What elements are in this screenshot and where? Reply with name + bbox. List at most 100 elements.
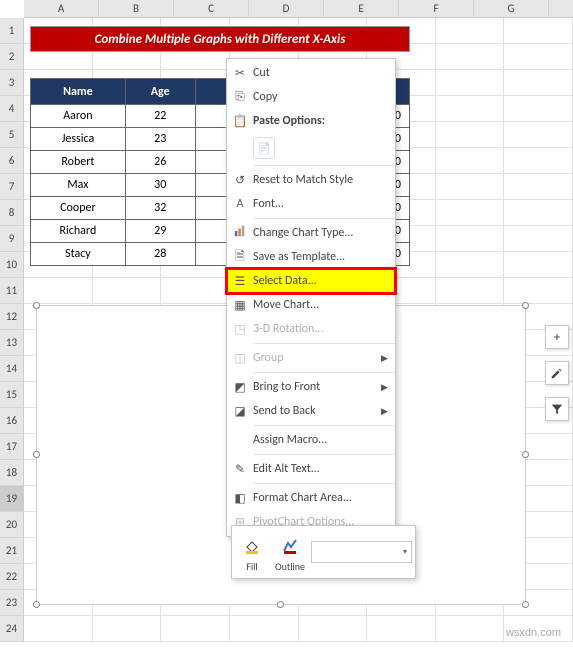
menu-select-data[interactable]: ☰Select Data... <box>227 269 395 293</box>
fill-icon <box>243 532 261 560</box>
row-header[interactable]: 12 <box>0 304 24 330</box>
resize-handle[interactable] <box>522 302 529 309</box>
menu-assign-macro[interactable]: Assign Macro... <box>227 428 395 452</box>
row-header[interactable]: 19 <box>0 486 24 512</box>
row-header[interactable]: 20 <box>0 512 24 538</box>
menu-separator <box>253 218 395 219</box>
format-icon: ◧ <box>227 491 253 506</box>
menu-change-chart-type[interactable]: Change Chart Type... <box>227 221 395 245</box>
resize-handle[interactable] <box>522 451 529 458</box>
col-header[interactable]: A <box>24 0 99 17</box>
cell-name[interactable]: Max <box>31 174 126 197</box>
cell-name[interactable]: Cooper <box>31 197 126 220</box>
select-data-icon: ☰ <box>227 274 253 289</box>
menu-move-chart[interactable]: ▦Move Chart... <box>227 293 395 317</box>
chart-filter-button[interactable] <box>545 397 569 421</box>
column-headers[interactable]: A B C D E F G <box>24 0 573 18</box>
template-icon: 🗎 <box>227 247 253 268</box>
paste-options-row: 📄 <box>227 133 395 163</box>
menu-format-chart-area[interactable]: ◧Format Chart Area... <box>227 486 395 510</box>
row-header[interactable]: 23 <box>0 590 24 616</box>
resize-handle[interactable] <box>277 601 284 608</box>
row-header[interactable]: 8 <box>0 200 24 226</box>
mini-toolbar: Fill Outline ▾ <box>231 525 416 579</box>
row-header[interactable]: 22 <box>0 564 24 590</box>
row-header[interactable]: 5 <box>0 122 24 148</box>
brush-icon <box>550 366 564 380</box>
cell-age[interactable]: 22 <box>125 105 195 128</box>
outline-label: Outline <box>275 560 305 573</box>
cell-name[interactable]: Robert <box>31 151 126 174</box>
resize-handle[interactable] <box>522 601 529 608</box>
paste-option-button[interactable]: 📄 <box>253 137 275 159</box>
row-header[interactable]: 10 <box>0 252 24 278</box>
menu-save-as-template[interactable]: 🗎Save as Template... <box>227 245 395 269</box>
menu-font[interactable]: AFont... <box>227 192 395 216</box>
copy-icon: ⎘ <box>227 90 253 104</box>
menu-reset-match-style[interactable]: ↺Reset to Match Style <box>227 168 395 192</box>
row-header[interactable]: 16 <box>0 408 24 434</box>
outline-button[interactable]: Outline <box>273 532 307 573</box>
paste-icon: 📋 <box>227 114 253 129</box>
menu-edit-alt-text[interactable]: ✎Edit Alt Text... <box>227 457 395 481</box>
row-header[interactable]: 17 <box>0 434 24 460</box>
cell-age[interactable]: 23 <box>125 128 195 151</box>
col-header[interactable]: E <box>324 0 399 17</box>
row-header[interactable]: 24 <box>0 616 24 642</box>
group-icon: ◫ <box>227 351 253 366</box>
col-header[interactable]: D <box>249 0 324 17</box>
row-header[interactable]: 2 <box>0 44 24 70</box>
row-header[interactable]: 6 <box>0 148 24 174</box>
col-header[interactable]: B <box>99 0 174 17</box>
chart-icon <box>227 224 253 242</box>
cell-age[interactable]: 28 <box>125 243 195 266</box>
row-header[interactable]: 1 <box>0 18 24 44</box>
cell-age[interactable]: 29 <box>125 220 195 243</box>
menu-separator <box>253 483 395 484</box>
fill-button[interactable]: Fill <box>235 532 269 573</box>
outline-icon <box>281 532 299 560</box>
cell-name[interactable]: Aaron <box>31 105 126 128</box>
cell-age[interactable]: 30 <box>125 174 195 197</box>
row-header[interactable]: 7 <box>0 174 24 200</box>
row-header[interactable]: 15 <box>0 382 24 408</box>
menu-copy[interactable]: ⎘Copy <box>227 85 395 109</box>
row-header[interactable]: 11 <box>0 278 24 304</box>
resize-handle[interactable] <box>33 601 40 608</box>
row-header[interactable]: 14 <box>0 356 24 382</box>
alt-text-icon: ✎ <box>227 462 253 477</box>
resize-handle[interactable] <box>33 302 40 309</box>
cell-age[interactable]: 26 <box>125 151 195 174</box>
cell-name[interactable]: Stacy <box>31 243 126 266</box>
cell-name[interactable]: Richard <box>31 220 126 243</box>
filter-icon <box>550 402 564 416</box>
menu-paste-options-label: 📋Paste Options: <box>227 109 395 133</box>
chart-styles-button[interactable] <box>545 361 569 385</box>
row-header[interactable]: 4 <box>0 96 24 122</box>
chart-elements-button[interactable]: + <box>545 325 569 349</box>
bring-front-icon: ◩ <box>227 380 253 395</box>
cell-age[interactable]: 32 <box>125 197 195 220</box>
cell-name[interactable]: Jessica <box>31 128 126 151</box>
style-dropdown[interactable]: ▾ <box>311 541 412 563</box>
row-header[interactable]: 9 <box>0 226 24 252</box>
col-header[interactable]: F <box>399 0 474 17</box>
row-header[interactable]: 21 <box>0 538 24 564</box>
menu-send-to-back[interactable]: ◪Send to Back▶ <box>227 399 395 423</box>
th-age: Age <box>125 79 195 105</box>
col-header[interactable]: C <box>174 0 249 17</box>
row-header[interactable]: 18 <box>0 460 24 486</box>
row-header[interactable]: 3 <box>0 70 24 96</box>
menu-3d-rotation: ◳3-D Rotation... <box>227 317 395 341</box>
resize-handle[interactable] <box>33 451 40 458</box>
font-icon: A <box>227 197 253 211</box>
row-header[interactable]: 13 <box>0 330 24 356</box>
menu-separator <box>253 425 395 426</box>
menu-bring-to-front[interactable]: ◩Bring to Front▶ <box>227 375 395 399</box>
th-name: Name <box>31 79 126 105</box>
menu-cut[interactable]: ✂Cut <box>227 61 395 85</box>
row-headers[interactable]: 1 2 3 4 5 6 7 8 9 10 11 12 13 14 15 16 1… <box>0 18 24 642</box>
watermark: wsxdn.com <box>506 627 561 639</box>
fill-label: Fill <box>246 560 257 573</box>
col-header[interactable]: G <box>474 0 549 17</box>
